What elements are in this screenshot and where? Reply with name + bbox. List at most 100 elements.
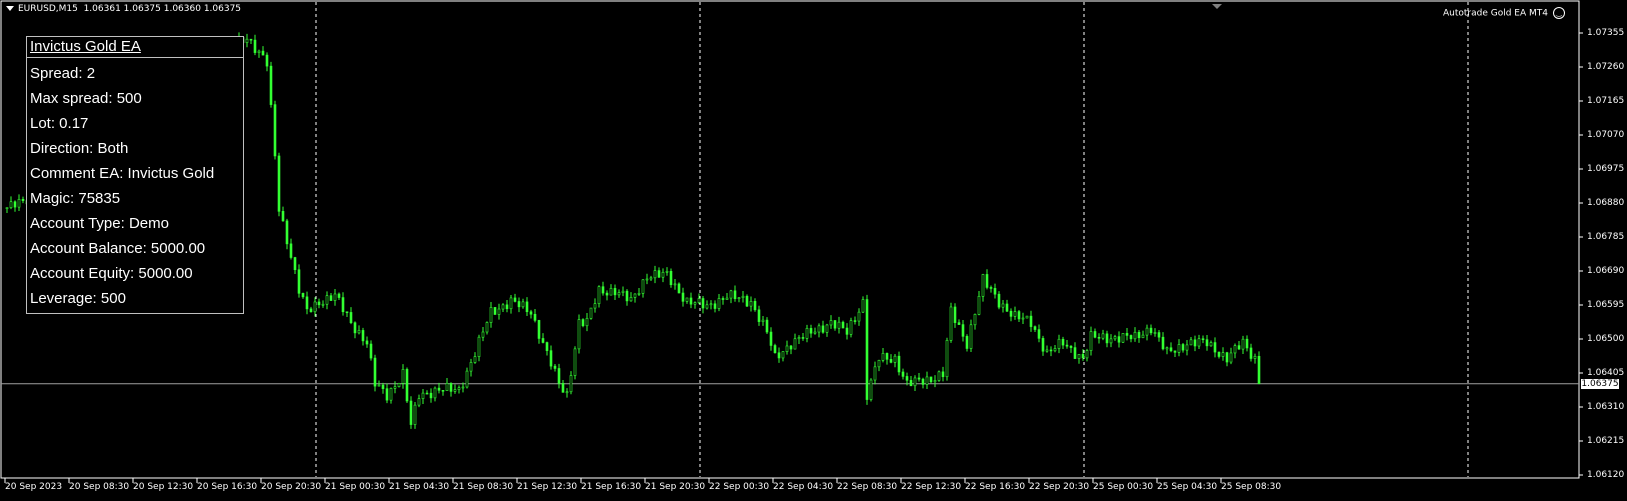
candle-body	[745, 295, 749, 307]
panel-row: Magic: 75835	[30, 190, 121, 207]
candle-body	[877, 360, 881, 368]
candle-body	[329, 295, 333, 301]
candle-body	[585, 318, 589, 327]
candle-body	[725, 297, 729, 300]
candle-body	[761, 319, 765, 322]
candle-body	[821, 325, 825, 333]
candle-body	[1081, 354, 1085, 359]
y-tick-label: 1.06120	[1587, 470, 1625, 480]
candle-body	[1045, 349, 1049, 352]
candle-body	[1105, 333, 1109, 344]
candle-body	[949, 306, 953, 341]
candle-body	[777, 352, 781, 359]
candle-body	[289, 243, 293, 258]
candle-body	[381, 384, 385, 389]
candle-body	[577, 319, 581, 350]
candle-body	[1129, 335, 1133, 340]
y-tick-label: 1.06595	[1587, 300, 1625, 310]
candle-body	[989, 287, 993, 289]
candle-body	[9, 201, 13, 208]
candle-body	[705, 304, 709, 309]
candle-body	[653, 270, 657, 279]
candle-body	[769, 331, 773, 346]
candle-body	[649, 277, 653, 280]
candle-body	[957, 322, 961, 325]
candle-body	[973, 314, 977, 326]
candle-body	[1257, 356, 1261, 385]
candle-body	[277, 155, 281, 212]
candle-body	[5, 207, 9, 209]
candle-body	[509, 297, 513, 310]
candle-body	[569, 375, 573, 393]
x-tick-label: 21 Sep 16:30	[581, 482, 642, 492]
candle-body	[489, 307, 493, 323]
candle-body	[837, 321, 841, 329]
candle-body	[661, 271, 665, 278]
candle-body	[353, 322, 357, 334]
candle-body	[597, 286, 601, 304]
candle-body	[549, 350, 553, 367]
candle-body	[657, 270, 661, 278]
candle-body	[589, 307, 593, 319]
candle-body	[365, 340, 369, 345]
candle-body	[257, 50, 261, 53]
candle-body	[545, 342, 549, 351]
candle-body	[1205, 339, 1209, 347]
candle-body	[253, 39, 257, 53]
candle-body	[1169, 347, 1173, 352]
panel-row: Account Equity: 5000.00	[30, 265, 193, 282]
candle-body	[477, 336, 481, 357]
y-tick-label: 1.06785	[1587, 232, 1625, 242]
candle-body	[1117, 336, 1121, 343]
candle-body	[753, 301, 757, 311]
candle-body	[917, 377, 921, 380]
candle-body	[733, 290, 737, 300]
candle-body	[457, 387, 461, 390]
candle-body	[345, 311, 349, 314]
candle-body	[689, 297, 693, 305]
candle-body	[861, 299, 865, 313]
candle-body	[313, 301, 317, 313]
candle-body	[293, 257, 297, 271]
candle-body	[501, 304, 505, 310]
candle-body	[593, 303, 597, 309]
candle-body	[857, 311, 861, 322]
x-tick-label: 20 Sep 20:30	[261, 482, 322, 492]
price-chart[interactable]	[0, 0, 1627, 501]
y-tick-label: 1.06500	[1587, 334, 1625, 344]
candle-body	[461, 386, 465, 389]
candle-body	[833, 320, 837, 329]
candle-body	[897, 355, 901, 373]
candle-body	[1161, 336, 1165, 350]
candle-body	[969, 324, 973, 349]
candle-body	[721, 298, 725, 300]
candle-body	[757, 309, 761, 322]
candle-body	[817, 325, 821, 333]
x-tick-label: 25 Sep 00:30	[1093, 482, 1154, 492]
candle-body	[901, 371, 905, 377]
candle-body	[685, 297, 689, 302]
candle-body	[341, 297, 345, 313]
candle-body	[601, 286, 605, 294]
candle-body	[865, 299, 869, 400]
candle-body	[1153, 332, 1157, 334]
x-tick-label: 20 Sep 08:30	[69, 482, 130, 492]
candle-body	[729, 290, 733, 299]
candle-body	[633, 293, 637, 298]
smiley-icon[interactable]: ‿	[1553, 7, 1565, 19]
candle-body	[1049, 349, 1053, 352]
x-tick-label: 21 Sep 12:30	[517, 482, 578, 492]
candle-body	[1165, 347, 1169, 350]
y-tick-label: 1.07070	[1587, 130, 1625, 140]
candle-body	[465, 370, 469, 388]
candle-body	[1073, 347, 1077, 359]
candle-body	[717, 298, 721, 309]
candle-body	[609, 288, 613, 296]
dropdown-triangle-icon[interactable]	[6, 6, 14, 11]
candle-body	[1241, 338, 1245, 350]
candle-body	[469, 362, 473, 372]
candle-body	[1233, 345, 1237, 354]
x-tick-label: 22 Sep 00:30	[709, 482, 770, 492]
y-tick-label: 1.06310	[1587, 402, 1625, 412]
candle-body	[617, 292, 621, 296]
